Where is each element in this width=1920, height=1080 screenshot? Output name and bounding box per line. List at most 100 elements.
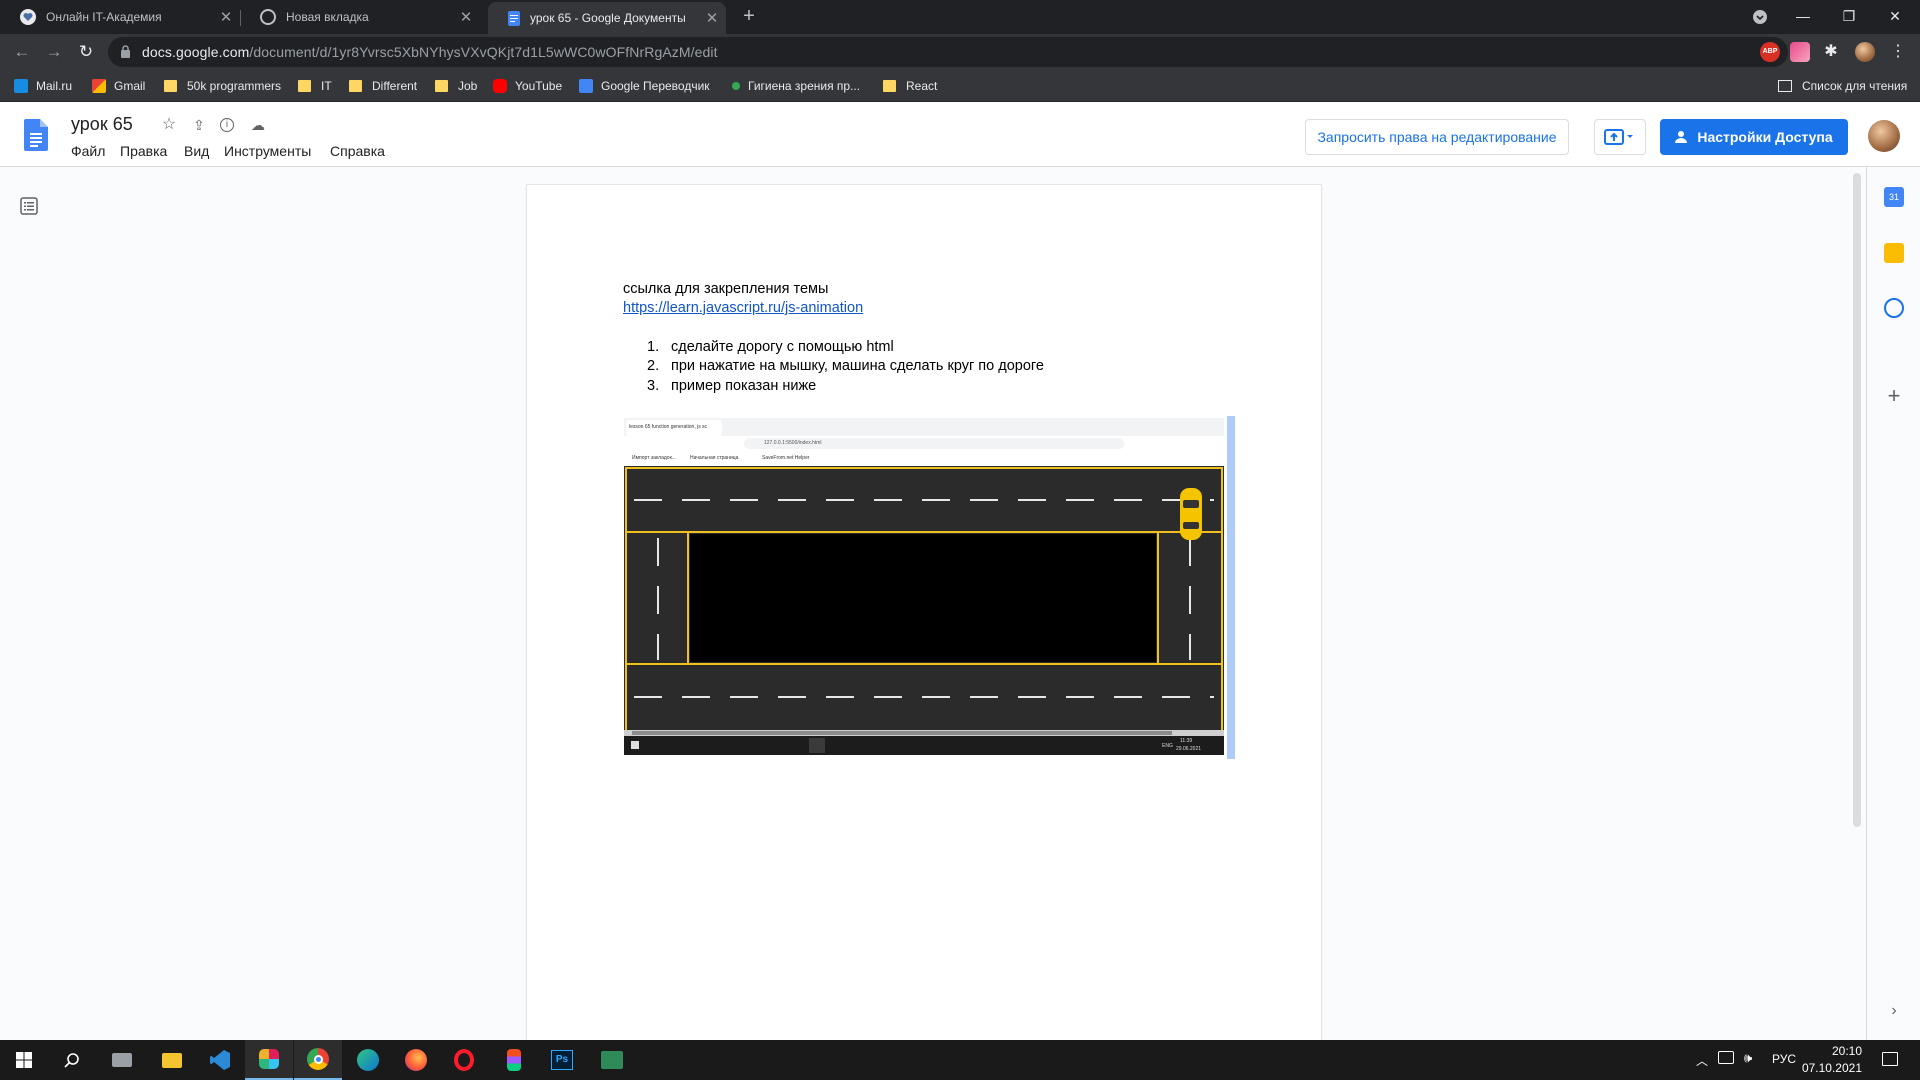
image-selection-handle[interactable] (1227, 416, 1235, 759)
menu-tools[interactable]: Инструменты (224, 143, 311, 159)
gmail-icon (92, 79, 106, 93)
opera-icon[interactable] (440, 1040, 488, 1080)
bookmark-label: React (906, 79, 938, 93)
embedded-tray-time: 11:39 (1180, 738, 1193, 744)
file-explorer-icon[interactable] (148, 1040, 196, 1080)
minimize-icon[interactable]: — (1780, 0, 1826, 34)
road-example-picture (624, 418, 1224, 755)
menu-edit[interactable]: Правка (120, 143, 167, 159)
url-domain: docs.google.com (142, 44, 250, 60)
keep-icon[interactable] (1884, 243, 1904, 263)
terminal-icon[interactable] (588, 1040, 636, 1080)
bookmark-youtube[interactable]: YouTube (493, 78, 562, 94)
menu-view[interactable]: Вид (184, 143, 209, 159)
star-icon[interactable]: ☆ (160, 116, 178, 134)
url-text: docs.google.com/document/d/1yr8Yvrsc5XbN… (142, 44, 718, 60)
figma-icon[interactable] (490, 1040, 538, 1080)
close-window-icon[interactable]: ✕ (1872, 0, 1918, 34)
extension-icon[interactable] (1790, 42, 1810, 62)
chrome-taskbar-icon[interactable] (294, 1040, 342, 1080)
account-avatar[interactable] (1868, 120, 1900, 152)
share-button[interactable]: Настройки Доступа (1660, 119, 1848, 155)
present-button[interactable] (1594, 119, 1646, 155)
bookmark-different[interactable]: Different (349, 78, 417, 94)
embedded-bookmark: SaveFrom.net Helper (762, 455, 810, 461)
edge-icon[interactable] (344, 1040, 392, 1080)
close-icon[interactable]: ✕ (698, 9, 726, 27)
calendar-icon[interactable]: 31 (1884, 187, 1904, 207)
tasks-icon[interactable] (1884, 298, 1904, 318)
list-item-number: 2. (647, 358, 660, 374)
firefox-icon[interactable] (392, 1040, 440, 1080)
restore-icon[interactable]: ❐ (1826, 0, 1872, 34)
profile-avatar[interactable] (1855, 42, 1875, 62)
slack-icon[interactable] (245, 1040, 293, 1080)
tab-google-docs[interactable]: урок 65 - Google Документы ✕ (488, 2, 726, 34)
chrome-icon (260, 9, 276, 25)
move-to-folder-icon[interactable]: ⇪ (190, 116, 208, 134)
close-icon[interactable]: ✕ (452, 8, 480, 26)
document-outline-icon[interactable] (20, 197, 38, 215)
bookmark-50k-programmers[interactable]: 50k programmers (164, 78, 281, 94)
add-addon-icon[interactable]: + (1884, 385, 1904, 407)
menu-file[interactable]: Файл (71, 143, 105, 159)
heart-icon (20, 9, 36, 25)
google-docs-logo-icon[interactable] (24, 119, 48, 151)
bookmark-label: Gmail (114, 79, 146, 93)
puzzle-icon[interactable]: ✱ (1821, 42, 1841, 62)
reading-list[interactable]: Список для чтения (1778, 78, 1907, 94)
vscode-icon[interactable] (196, 1040, 244, 1080)
document-title[interactable]: урок 65 (71, 114, 133, 135)
back-icon[interactable]: ← (8, 38, 36, 66)
bookmark-eye-hygiene[interactable]: Гигиена зрения пр... (732, 78, 860, 94)
menu-icon[interactable]: ⋮ (1888, 42, 1908, 62)
bookmark-google-translate[interactable]: Google Переводчик (579, 78, 710, 94)
embedded-bookmark: Импорт закладок... (632, 455, 676, 461)
embedded-bookmark: Начальная страница (690, 455, 739, 461)
docs-header: урок 65 ☆ ⇪ i ☁ Файл Правка Вид Инструме… (0, 103, 1920, 167)
close-icon[interactable]: ✕ (212, 8, 240, 26)
task-view-icon[interactable] (98, 1040, 146, 1080)
reload-icon[interactable]: ↻ (72, 38, 100, 66)
link-text[interactable]: https://learn.javascript.ru/js-animation (623, 300, 863, 316)
lesson-link[interactable]: https://learn.javascript.ru/js-animation (623, 300, 863, 316)
side-panel: 31 + › (1866, 167, 1920, 1040)
search-icon[interactable] (48, 1040, 96, 1080)
bookmark-job[interactable]: Job (435, 78, 477, 94)
clock[interactable]: 20:10 07.10.2021 (1802, 1043, 1862, 1077)
lock-icon (121, 45, 130, 58)
document-scrollbar[interactable] (1853, 173, 1861, 827)
clock-date: 07.10.2021 (1801, 1061, 1862, 1075)
embedded-screenshot-image[interactable]: lesson 65 function generation, js sc 127… (624, 418, 1224, 755)
youtube-icon (493, 79, 507, 93)
adblock-icon[interactable]: ABP (1760, 42, 1780, 62)
bookmark-gmail[interactable]: Gmail (92, 78, 145, 94)
menu-help[interactable]: Справка (330, 143, 385, 159)
present-icon (1604, 129, 1633, 145)
notifications-icon[interactable] (1882, 1052, 1898, 1066)
tab-new-tab[interactable]: Новая вкладка ✕ (240, 0, 480, 34)
new-tab-button[interactable]: + (737, 5, 761, 29)
photoshop-icon[interactable]: Ps (538, 1040, 586, 1080)
bookmark-react[interactable]: React (883, 78, 937, 94)
show-hidden-icons-icon[interactable]: ︿ (1696, 1052, 1708, 1069)
bookmark-mailru[interactable]: Mail.ru (14, 78, 72, 94)
embedded-tab-title: lesson 65 function generation, js sc (629, 424, 708, 430)
embedded-tray-lang: ENG (1162, 743, 1173, 749)
cloud-status-icon[interactable]: ☁ (249, 116, 267, 134)
tab-search-icon[interactable] (1737, 0, 1783, 34)
request-edit-access-button[interactable]: Запросить права на редактирование (1305, 119, 1569, 155)
tab-strip: Онлайн IT-Академия ✕ Новая вкладка ✕ уро… (0, 0, 1920, 34)
tab-it-academy[interactable]: Онлайн IT-Академия ✕ (0, 0, 240, 34)
expand-panel-icon[interactable]: › (1884, 1001, 1904, 1021)
volume-icon[interactable]: 🕪 (1744, 1050, 1752, 1066)
bookmark-label: Google Переводчик (601, 79, 710, 93)
bookmark-it[interactable]: IT (298, 78, 332, 94)
network-icon[interactable] (1718, 1051, 1734, 1064)
input-language[interactable]: РУС (1772, 1052, 1796, 1066)
info-icon[interactable]: i (220, 118, 234, 132)
address-bar[interactable]: docs.google.com/document/d/1yr8Yvrsc5XbN… (108, 37, 1788, 67)
windows-start-icon[interactable] (0, 1040, 48, 1080)
forward-icon[interactable]: → (40, 38, 68, 66)
list-item: сделайте дорогу с помощью html (671, 339, 894, 355)
